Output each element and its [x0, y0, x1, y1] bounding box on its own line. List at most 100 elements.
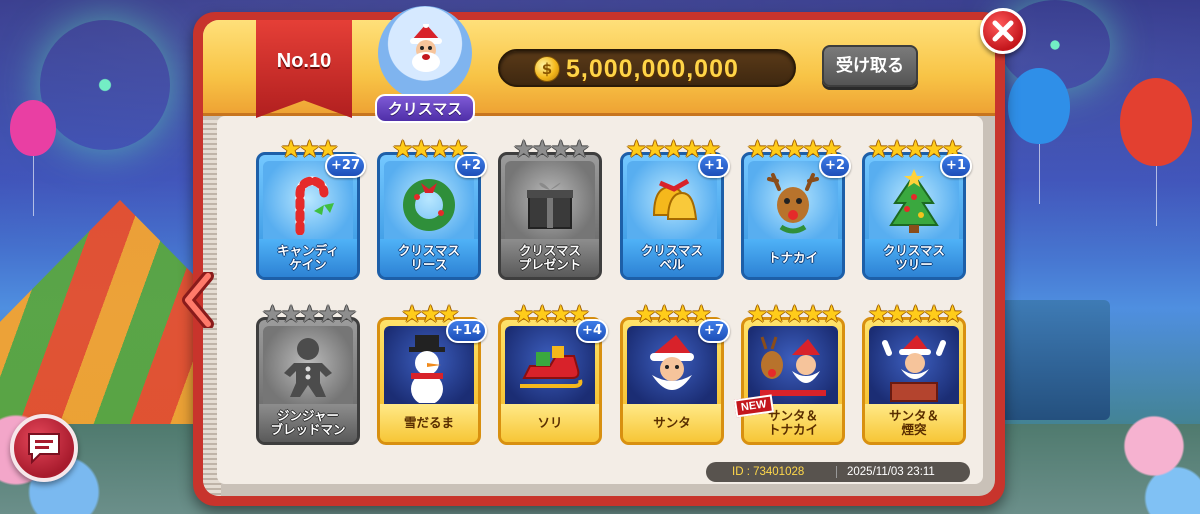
coin-icon: $	[534, 56, 560, 82]
collection-card[interactable]: ★★★★★ サンタ＆ トナカイ NEW	[733, 301, 845, 445]
duplicate-count-badge: +1	[698, 154, 730, 178]
card-name: トナカイ	[744, 239, 842, 277]
collection-card[interactable]: ★★★★ ソリ +4	[498, 301, 608, 445]
star-empty-icon: ★	[280, 300, 301, 328]
gift-icon	[505, 161, 595, 245]
flowers-right	[1110, 394, 1200, 514]
star-rating: ★★★★★	[256, 301, 360, 327]
coin-reward-display: $ 5,000,000,000	[498, 49, 796, 87]
star-filled-icon: ★	[672, 300, 693, 328]
star-empty-icon: ★	[512, 135, 534, 163]
star-filled-icon: ★	[765, 300, 786, 328]
footer-info: ID : 73401028 2025/11/03 23:11	[706, 462, 970, 482]
star-filled-icon: ★	[886, 300, 907, 328]
rank-ribbon: No.10	[256, 20, 352, 118]
duplicate-count-badge: +1	[940, 154, 972, 178]
card-frame: サンタ＆ 煙突	[862, 317, 966, 445]
card-name: クリスマス リース	[380, 239, 478, 277]
star-filled-icon: ★	[867, 300, 889, 328]
star-filled-icon: ★	[746, 300, 768, 328]
event-badge: クリスマス	[374, 6, 476, 123]
star-filled-icon: ★	[923, 135, 944, 163]
collection-card[interactable]: ★★★★★ サンタ＆ 煙突	[862, 301, 966, 445]
star-filled-icon: ★	[653, 300, 674, 328]
duplicate-count-badge: +14	[446, 319, 487, 343]
star-filled-icon: ★	[904, 135, 926, 163]
firework-left	[40, 20, 170, 150]
collection-card[interactable]: ★★★★★ ジンジャー ブレッドマン	[256, 301, 360, 445]
star-filled-icon: ★	[298, 135, 320, 163]
star-filled-icon: ★	[783, 300, 805, 328]
star-rating: ★★★★	[498, 136, 602, 162]
card-name: クリスマス プレゼント	[501, 239, 599, 277]
star-empty-icon: ★	[298, 300, 320, 328]
duplicate-count-badge: +7	[698, 319, 730, 343]
card-frame: クリスマス プレゼント	[498, 152, 602, 280]
star-filled-icon: ★	[867, 135, 889, 163]
star-empty-icon: ★	[531, 135, 552, 163]
star-filled-icon: ★	[681, 135, 702, 163]
close-button[interactable]	[980, 8, 1026, 54]
collection-card[interactable]: ★★★★★ トナカイ +2	[741, 136, 851, 280]
card-frame: ジンジャー ブレッドマン	[256, 317, 360, 445]
star-filled-icon: ★	[644, 135, 665, 163]
santa-chimney-icon	[869, 326, 959, 410]
star-filled-icon: ★	[410, 135, 431, 163]
card-frame: サンタ＆ トナカイ	[741, 317, 845, 445]
gingerbread-icon	[263, 326, 353, 410]
card-name: キャンディ ケイン	[259, 239, 357, 277]
duplicate-count-badge: +4	[576, 319, 608, 343]
collection-card[interactable]: ★★★ 雪だるま +14	[377, 301, 487, 445]
star-filled-icon: ★	[280, 135, 301, 163]
star-filled-icon: ★	[391, 135, 413, 163]
card-name: クリスマス ベル	[623, 239, 721, 277]
star-filled-icon: ★	[662, 135, 684, 163]
star-empty-icon: ★	[317, 300, 338, 328]
duplicate-count-badge: +2	[819, 154, 851, 178]
star-empty-icon: ★	[261, 300, 283, 328]
card-name: サンタ	[623, 404, 721, 442]
collection-card[interactable]: ★★★ キャンディ ケイン +27	[256, 136, 366, 280]
collection-card[interactable]: ★★★★ クリスマス プレゼント	[498, 136, 602, 280]
star-filled-icon: ★	[802, 300, 823, 328]
star-empty-icon: ★	[568, 135, 590, 163]
blue-balloon	[1008, 68, 1070, 204]
claim-button[interactable]: 受け取る	[822, 45, 918, 87]
duplicate-count-badge: +2	[455, 154, 487, 178]
star-filled-icon: ★	[802, 135, 823, 163]
card-name: サンタ＆ 煙突	[865, 404, 963, 442]
star-filled-icon: ★	[429, 135, 450, 163]
card-name: ソリ	[501, 404, 599, 442]
previous-page-arrow[interactable]	[180, 272, 216, 328]
collection-card[interactable]: ★★★★ クリスマス リース +2	[377, 136, 487, 280]
star-filled-icon: ★	[904, 300, 926, 328]
star-filled-icon: ★	[783, 135, 805, 163]
pink-balloon	[10, 100, 56, 216]
star-filled-icon: ★	[820, 300, 842, 328]
star-rating: ★★★★★	[741, 301, 845, 327]
footer-divider	[836, 466, 837, 478]
star-filled-icon: ★	[765, 135, 786, 163]
star-filled-icon: ★	[634, 300, 656, 328]
rank-label: No.10	[276, 50, 332, 72]
card-name: 雪だるま	[380, 404, 478, 442]
star-filled-icon: ★	[746, 135, 768, 163]
card-name: ジンジャー ブレッドマン	[259, 404, 357, 442]
chat-icon	[28, 433, 60, 465]
star-filled-icon: ★	[886, 135, 907, 163]
star-filled-icon: ★	[923, 300, 944, 328]
star-filled-icon: ★	[625, 135, 647, 163]
event-name-label: クリスマス	[375, 94, 475, 123]
collection-card[interactable]: ★★★★★ クリスマス ツリー +1	[862, 136, 972, 280]
star-rating: ★★★★★	[862, 301, 966, 327]
close-icon	[992, 20, 1014, 42]
star-filled-icon: ★	[941, 300, 963, 328]
star-filled-icon: ★	[531, 300, 552, 328]
collection-card[interactable]: ★★★★ サンタ +7	[620, 301, 730, 445]
duplicate-count-badge: +27	[325, 154, 366, 178]
chat-button[interactable]	[10, 414, 78, 482]
player-id: ID : 73401028	[732, 466, 805, 478]
star-filled-icon: ★	[419, 300, 441, 328]
market-stall	[1000, 300, 1110, 420]
collection-card[interactable]: ★★★★★ クリスマス ベル +1	[620, 136, 730, 280]
